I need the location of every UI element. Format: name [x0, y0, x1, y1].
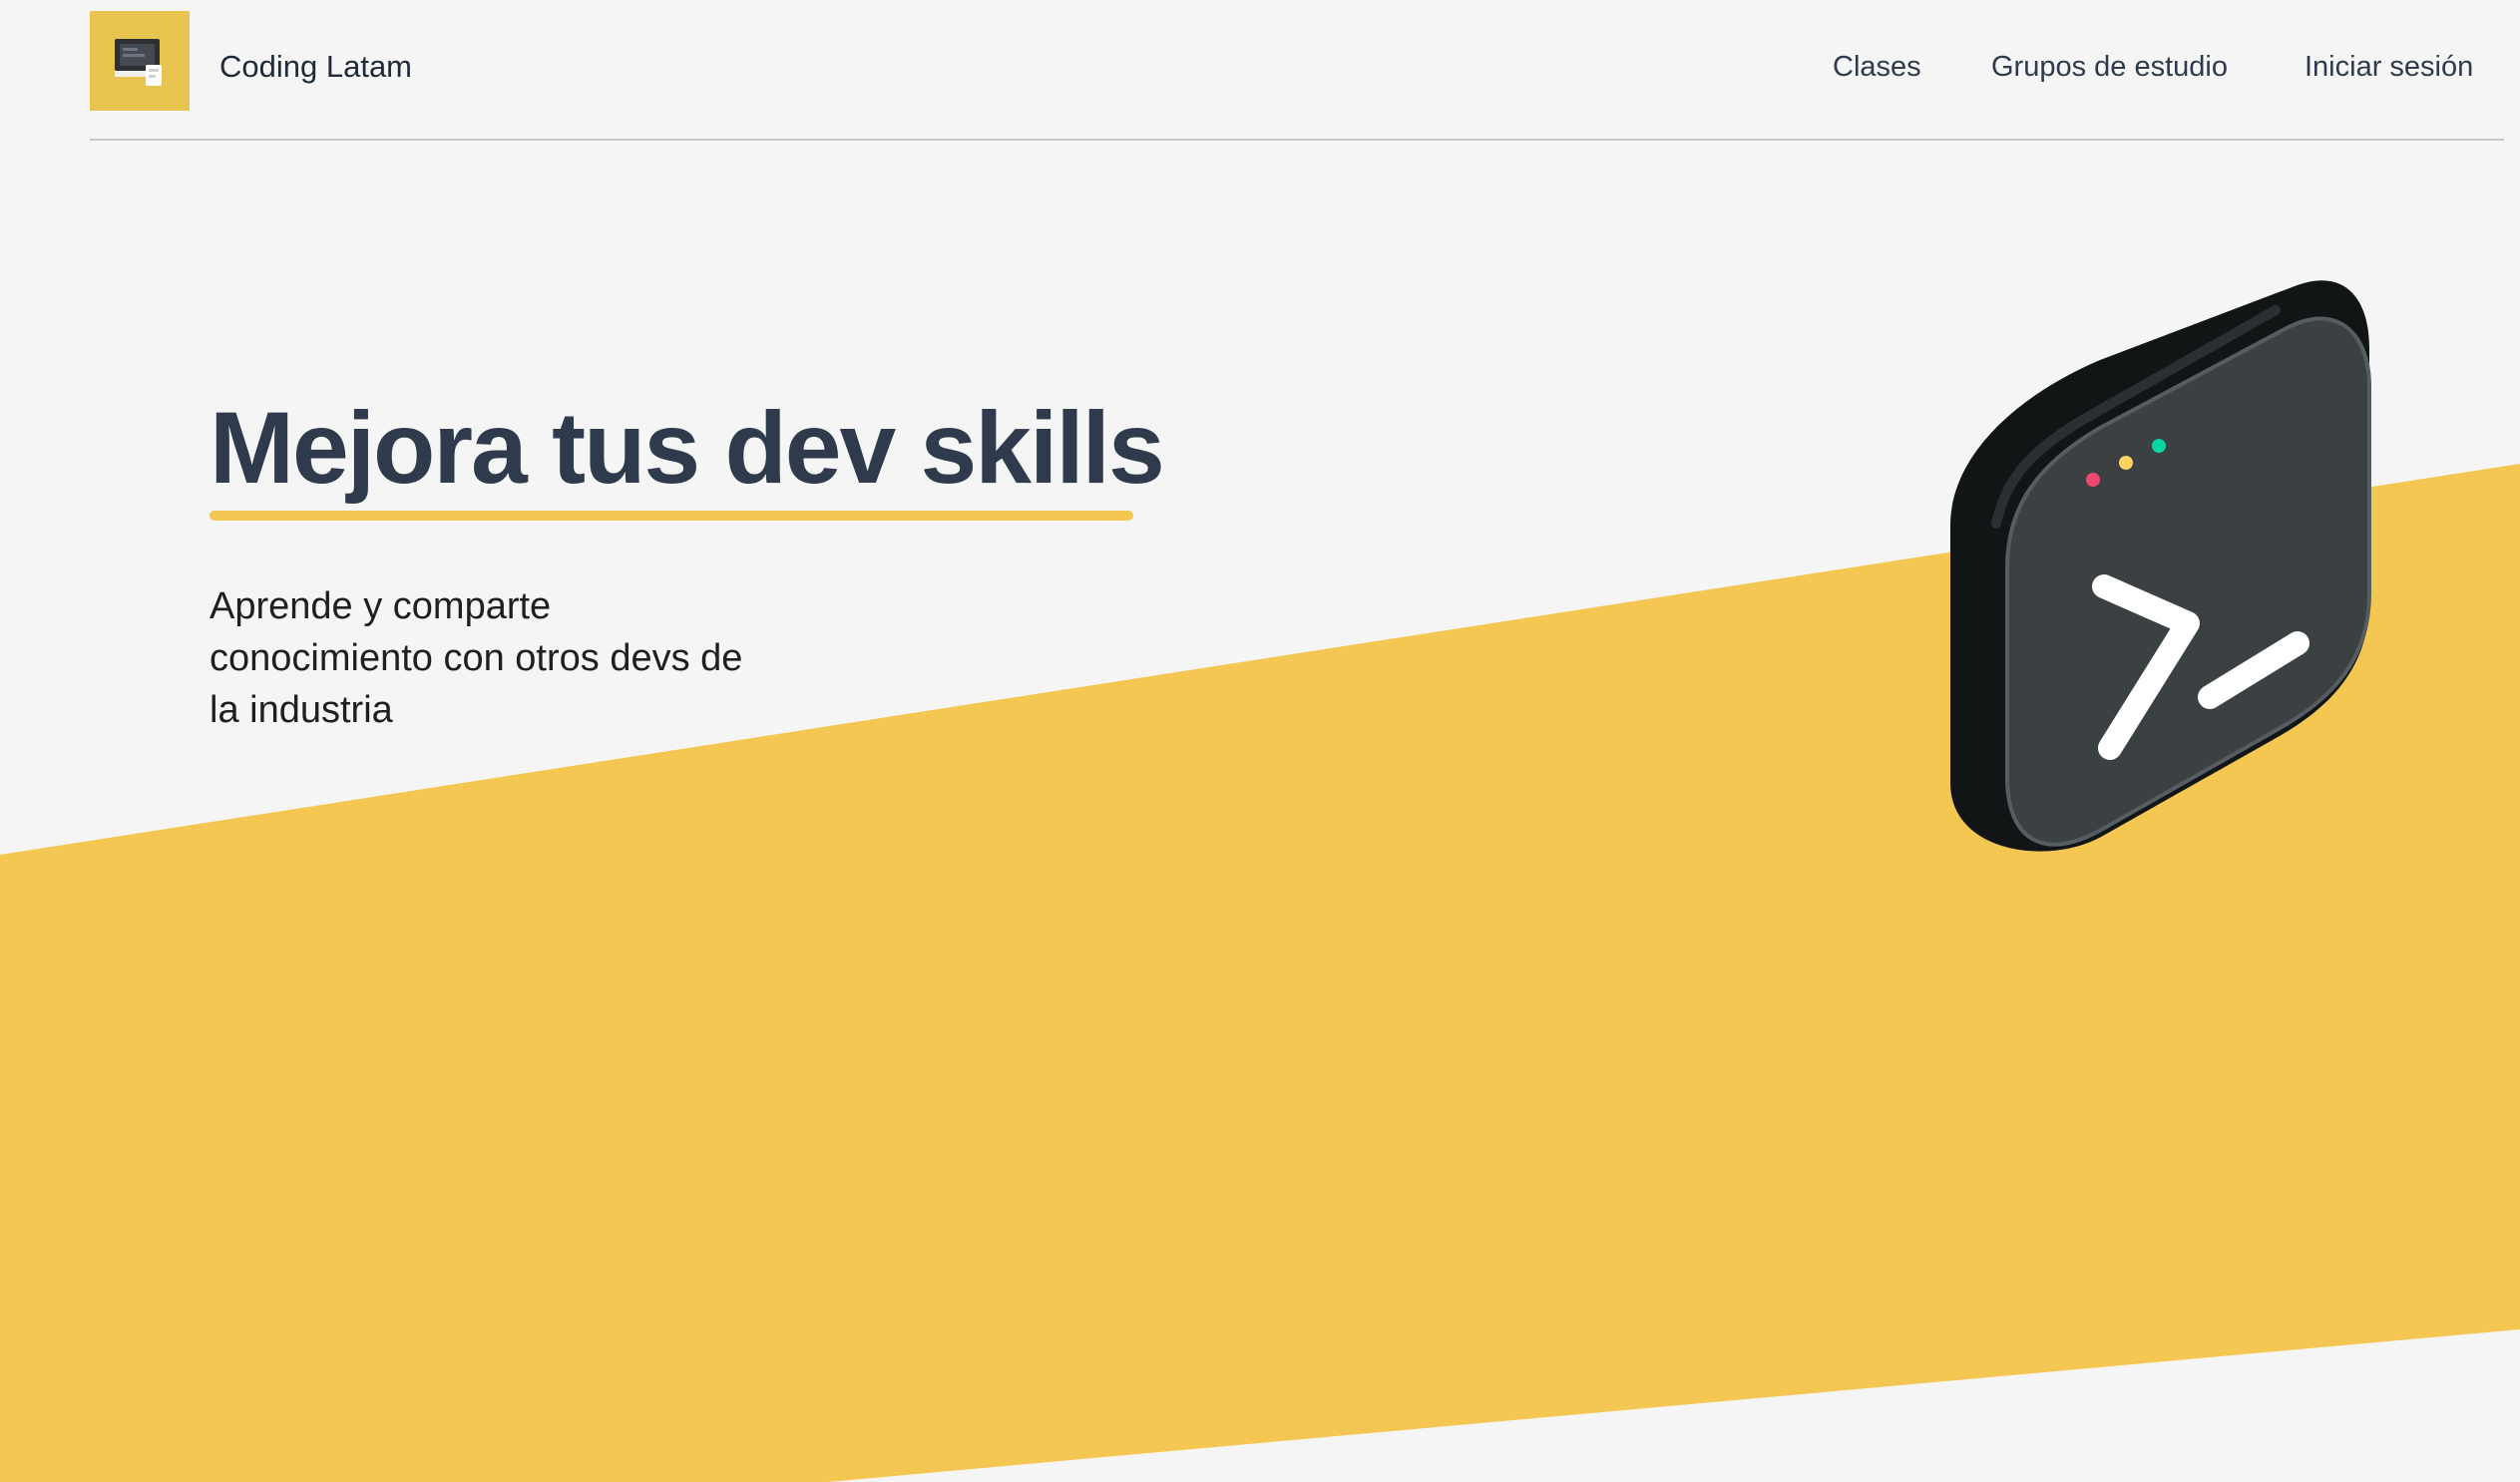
- window-dot-green-icon: [2152, 439, 2166, 453]
- title-underline: [210, 511, 1133, 521]
- hero-subtitle: Aprende y comparte conocimiento con otro…: [210, 585, 743, 731]
- brand-logo[interactable]: [90, 11, 190, 111]
- nav-clases[interactable]: Clases: [1833, 47, 1921, 87]
- terminal-icon: [1950, 280, 2371, 852]
- hero-title: Mejora tus dev skills: [210, 391, 1165, 505]
- window-dot-red-icon: [2086, 473, 2100, 487]
- computer-icon: [115, 39, 162, 86]
- window-dot-yellow-icon: [2119, 456, 2133, 470]
- brand-name[interactable]: Coding Latam: [219, 47, 412, 87]
- nav-grupos-de-estudio[interactable]: Grupos de estudio: [1991, 47, 2228, 87]
- nav-iniciar-sesion[interactable]: Iniciar sesión: [2305, 47, 2473, 87]
- landing-page: Coding Latam Clases Grupos de estudio In…: [0, 0, 2520, 1482]
- site-header: Coding Latam Clases Grupos de estudio In…: [90, 0, 2504, 141]
